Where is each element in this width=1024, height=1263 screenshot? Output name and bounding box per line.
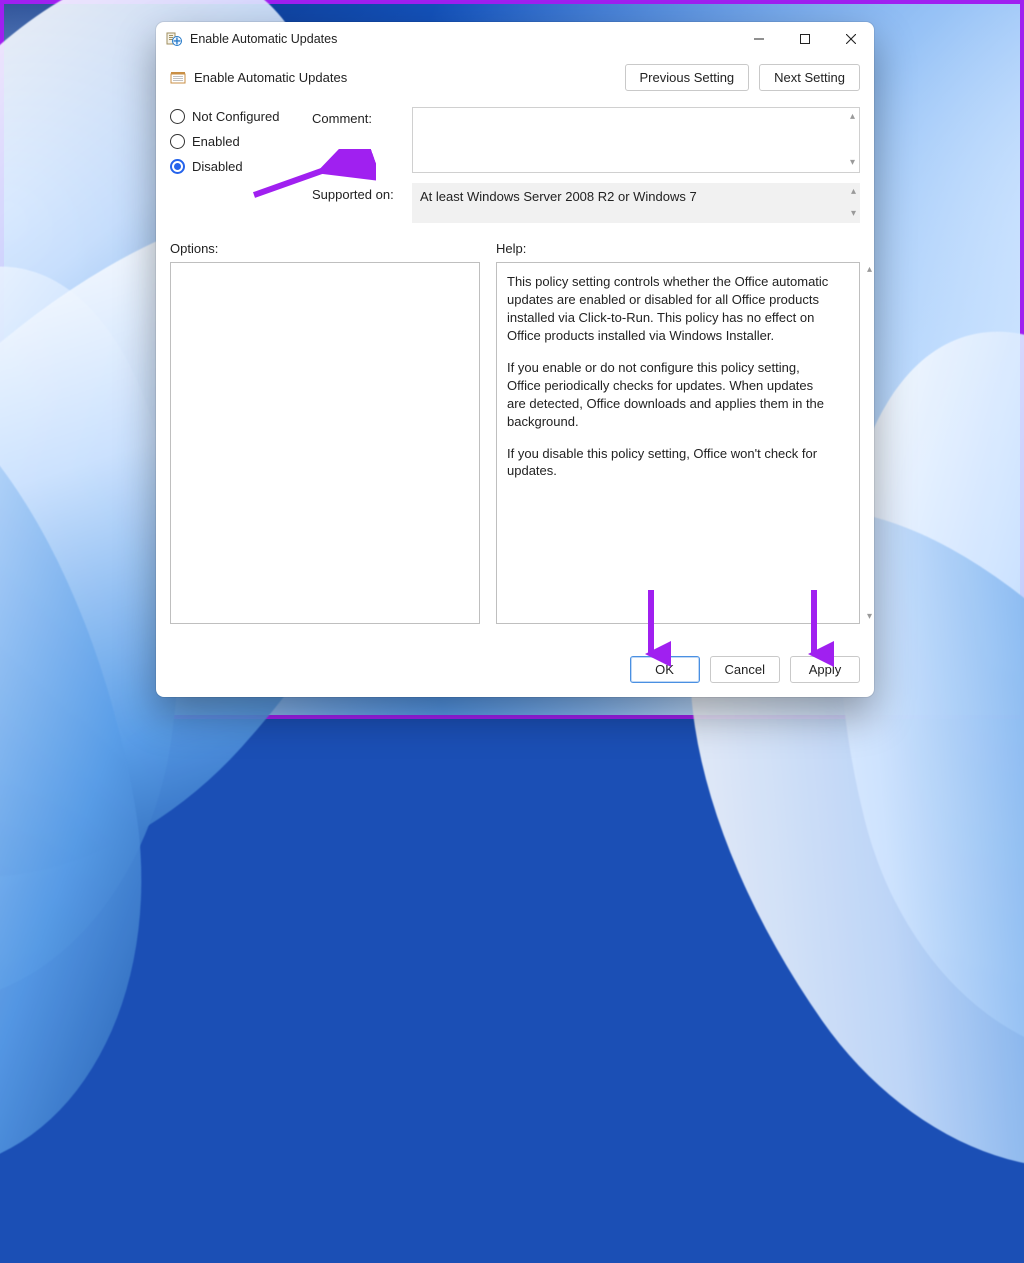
options-pane — [170, 262, 480, 624]
scroll-up-icon[interactable]: ▴ — [850, 112, 855, 122]
maximize-button[interactable] — [782, 23, 828, 55]
help-label: Help: — [496, 241, 860, 256]
scroll-down-icon[interactable]: ▾ — [850, 158, 855, 168]
help-paragraph: If you enable or do not configure this p… — [507, 359, 831, 431]
radio-not-configured[interactable]: Not Configured — [170, 109, 300, 124]
next-setting-button[interactable]: Next Setting — [759, 64, 860, 91]
supported-on-value: At least Windows Server 2008 R2 or Windo… — [420, 189, 697, 204]
policy-icon — [170, 70, 186, 86]
help-paragraph: If you disable this policy setting, Offi… — [507, 445, 831, 481]
scroll-up-icon[interactable]: ▴ — [851, 187, 856, 197]
supported-on-text: At least Windows Server 2008 R2 or Windo… — [412, 183, 860, 223]
dialog-footer: OK Cancel Apply — [156, 646, 874, 697]
apply-button[interactable]: Apply — [790, 656, 860, 683]
help-pane: This policy setting controls whether the… — [496, 262, 860, 624]
supported-on-label: Supported on: — [312, 183, 404, 202]
close-button[interactable] — [828, 23, 874, 55]
radio-label: Not Configured — [192, 109, 279, 124]
radio-enabled[interactable]: Enabled — [170, 134, 300, 149]
options-label: Options: — [170, 241, 480, 256]
radio-icon — [170, 134, 185, 149]
window-title: Enable Automatic Updates — [190, 32, 337, 46]
state-radio-group: Not Configured Enabled Disabled — [170, 107, 300, 223]
comment-textarea[interactable]: ▴ ▾ — [412, 107, 860, 173]
scroll-down-icon[interactable]: ▾ — [851, 209, 856, 219]
policy-dialog-window: Enable Automatic Updates Enable Automati… — [156, 22, 874, 697]
cancel-button[interactable]: Cancel — [710, 656, 780, 683]
minimize-button[interactable] — [736, 23, 782, 55]
radio-label: Enabled — [192, 134, 240, 149]
comment-label: Comment: — [312, 107, 404, 126]
help-paragraph: This policy setting controls whether the… — [507, 273, 831, 345]
radio-disabled[interactable]: Disabled — [170, 159, 300, 174]
ok-button[interactable]: OK — [630, 656, 700, 683]
scroll-down-icon[interactable]: ▾ — [867, 611, 872, 622]
previous-setting-button[interactable]: Previous Setting — [625, 64, 750, 91]
scroll-up-icon[interactable]: ▴ — [867, 264, 872, 275]
radio-icon — [170, 109, 185, 124]
radio-icon — [170, 159, 185, 174]
radio-label: Disabled — [192, 159, 243, 174]
policy-icon — [166, 31, 182, 47]
toolbar: Enable Automatic Updates Previous Settin… — [156, 56, 874, 97]
titlebar[interactable]: Enable Automatic Updates — [156, 22, 874, 56]
toolbar-title: Enable Automatic Updates — [194, 70, 347, 85]
